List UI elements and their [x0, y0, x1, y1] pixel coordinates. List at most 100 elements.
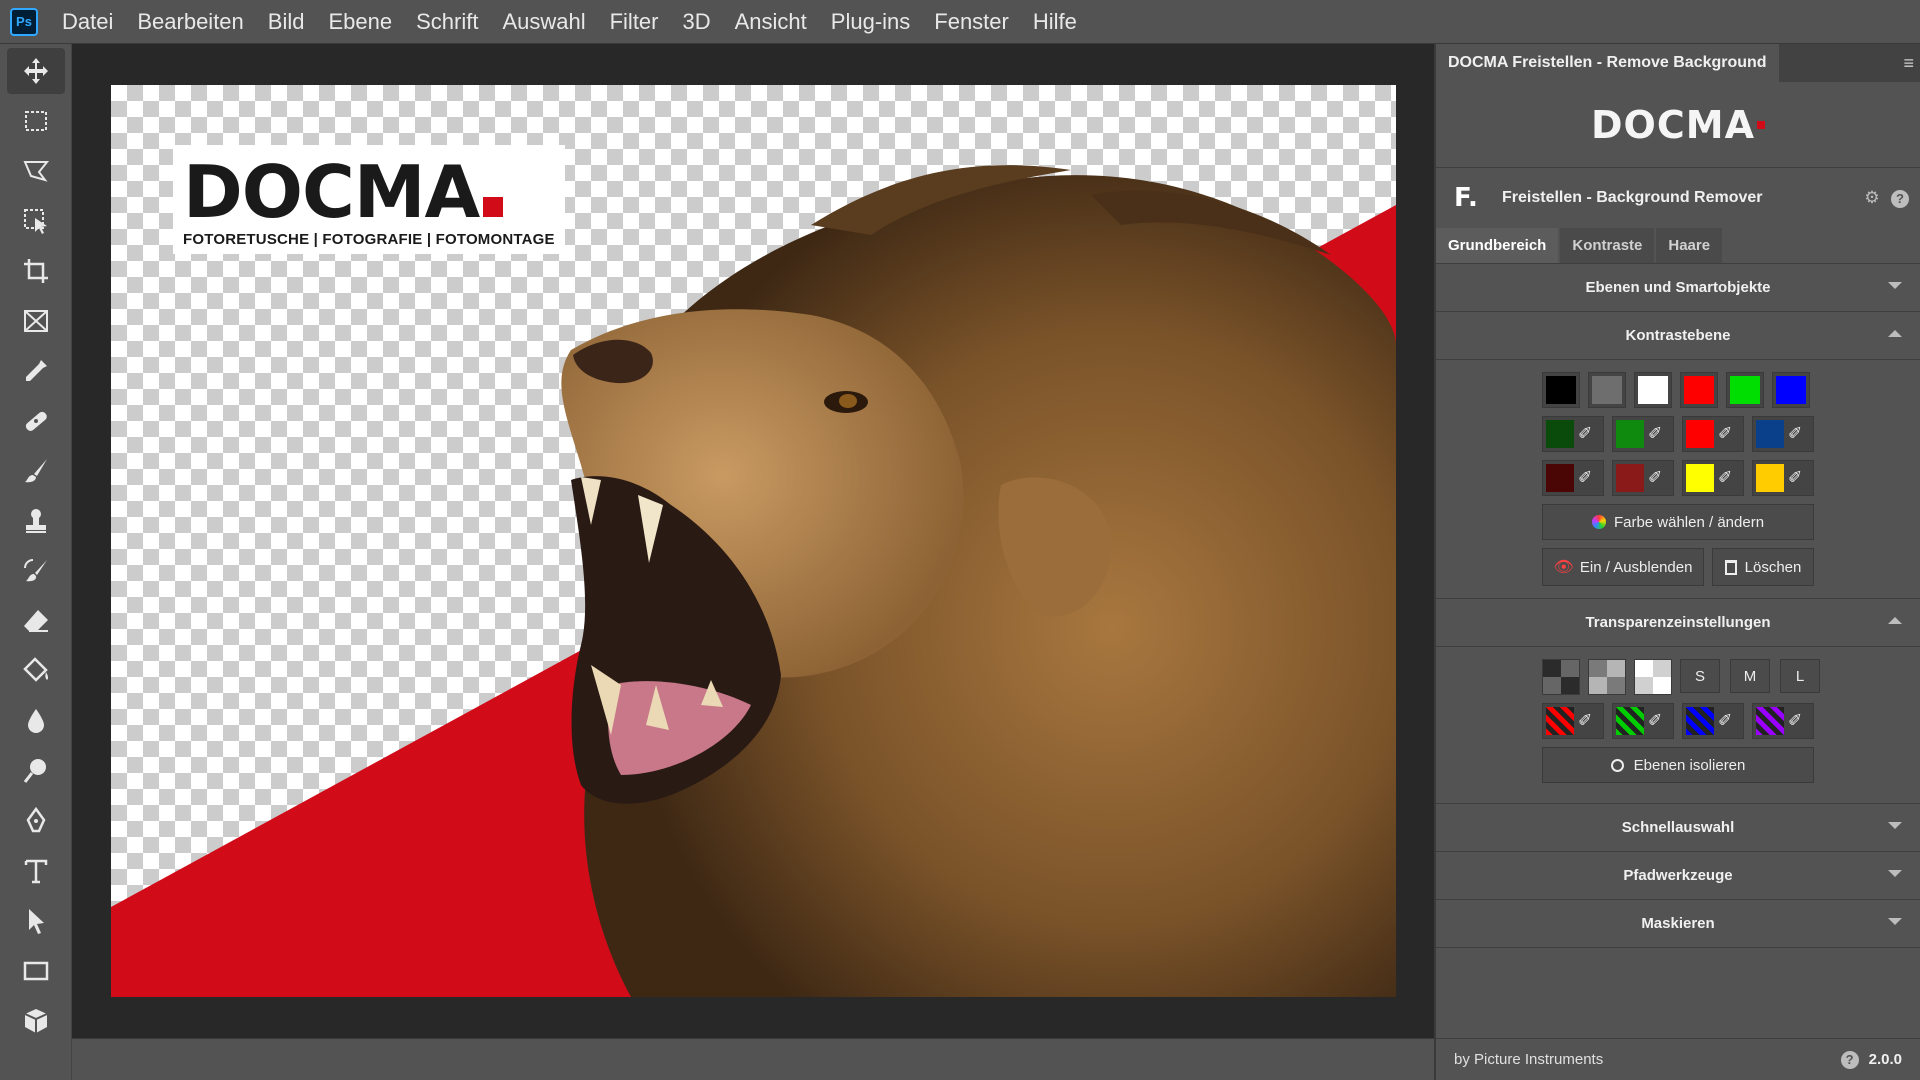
paint-bucket-tool[interactable]: [7, 648, 65, 694]
menu-filter[interactable]: Filter: [598, 0, 671, 44]
menu-plug-ins[interactable]: Plug-ins: [819, 0, 922, 44]
contrast-color-picker[interactable]: ✐: [1752, 460, 1814, 496]
menu-hilfe[interactable]: Hilfe: [1021, 0, 1089, 44]
panel-menu-icon[interactable]: ≡: [1903, 53, 1920, 74]
menu-fenster[interactable]: Fenster: [922, 0, 1021, 44]
contrast-color-picker[interactable]: ✐: [1542, 416, 1604, 452]
tab-kontraste[interactable]: Kontraste: [1560, 228, 1655, 263]
dark-checker-swatch[interactable]: [1542, 659, 1580, 695]
tab-haare[interactable]: Haare: [1656, 228, 1723, 263]
gear-icon[interactable]: ⚙: [1862, 188, 1882, 208]
move-tool[interactable]: [7, 48, 65, 94]
help-icon[interactable]: ?: [1840, 1050, 1859, 1069]
lasso-tool[interactable]: [7, 148, 65, 194]
contrast-color-row: [1542, 372, 1920, 408]
path-selection-tool[interactable]: [7, 898, 65, 944]
3d-tool[interactable]: [7, 998, 65, 1044]
3d-icon: [24, 1009, 48, 1033]
eyedropper-icon: ✐: [1648, 468, 1663, 487]
ebenen-isolieren-button[interactable]: Ebenen isolieren: [1542, 747, 1814, 783]
menu-ansicht[interactable]: Ansicht: [723, 0, 819, 44]
stamp-icon: [26, 509, 46, 533]
brush-icon: [25, 459, 47, 483]
section-ebenen-header[interactable]: Ebenen und Smartobjekte: [1436, 264, 1920, 312]
color-chip: [1638, 376, 1668, 404]
brand-wordmark: DOCMA: [1591, 102, 1755, 147]
eyedropper-icon: ✐: [1788, 424, 1803, 443]
history-brush-tool[interactable]: [7, 548, 65, 594]
transparency-color-picker[interactable]: ✐: [1612, 703, 1674, 739]
medium-checker-swatch[interactable]: [1588, 659, 1626, 695]
farbe-waehlen-label: Farbe wählen / ändern: [1613, 513, 1765, 531]
farbe-waehlen-button[interactable]: Farbe wählen / ändern: [1542, 504, 1814, 540]
menu-datei[interactable]: Datei: [50, 0, 125, 44]
menu-bild[interactable]: Bild: [256, 0, 317, 44]
document-canvas[interactable]: DOCMA FOTORETUSCHE | FOTOGRAFIE | FOTOMO…: [111, 85, 1396, 997]
panel-tab-docma[interactable]: DOCMA Freistellen - Remove Background: [1436, 44, 1779, 82]
contrast-picker-row: ✐ ✐ ✐ ✐: [1542, 460, 1920, 496]
contrast-color-swatch[interactable]: [1634, 372, 1672, 408]
pen-tool[interactable]: [7, 798, 65, 844]
type-tool[interactable]: [7, 848, 65, 894]
light-checker-swatch[interactable]: [1634, 659, 1672, 695]
size-m-button[interactable]: M: [1730, 659, 1770, 693]
contrast-color-swatch[interactable]: [1772, 372, 1810, 408]
transparency-color-picker[interactable]: ✐: [1752, 703, 1814, 739]
blur-icon: [28, 709, 44, 733]
contrast-color-picker[interactable]: ✐: [1682, 460, 1744, 496]
healing-tool[interactable]: [7, 398, 65, 444]
section-transparenz-body: S M L ✐ ✐ ✐ ✐ Ebenen isolieren: [1436, 647, 1920, 804]
menu-3d[interactable]: 3D: [671, 0, 723, 44]
section-schnellauswahl-header[interactable]: Schnellauswahl: [1436, 804, 1920, 852]
frame-tool[interactable]: [7, 298, 65, 344]
contrast-color-picker[interactable]: ✐: [1542, 460, 1604, 496]
transparency-color-picker[interactable]: ✐: [1542, 703, 1604, 739]
plugin-title: Freistellen - Background Remover: [1502, 189, 1763, 206]
history-brush-icon: [24, 559, 47, 582]
eyedropper-icon: [26, 360, 47, 381]
size-s-button[interactable]: S: [1680, 659, 1720, 693]
eyedropper-tool[interactable]: [7, 348, 65, 394]
chevron-down-icon: [1888, 870, 1902, 877]
menu-auswahl[interactable]: Auswahl: [490, 0, 597, 44]
menu-ebene[interactable]: Ebene: [316, 0, 404, 44]
ebenen-isolieren-label: Ebenen isolieren: [1633, 756, 1746, 774]
brush-tool[interactable]: [7, 448, 65, 494]
contrast-color-picker[interactable]: ✐: [1612, 460, 1674, 496]
rectangle-tool[interactable]: [7, 948, 65, 994]
ein-ausblenden-button[interactable]: 👁 Ein / Ausblenden: [1542, 548, 1704, 586]
size-l-button[interactable]: L: [1780, 659, 1820, 693]
contrast-color-swatch[interactable]: [1726, 372, 1764, 408]
tab-grundbereich[interactable]: Grundbereich: [1436, 228, 1559, 263]
contrast-color-picker[interactable]: ✐: [1612, 416, 1674, 452]
menu-bar: Ps Datei Bearbeiten Bild Ebene Schrift Auswah…: [0, 0, 1920, 44]
section-pfadwerkzeuge-header[interactable]: Pfadwerkzeuge: [1436, 852, 1920, 900]
contrast-picker-row: ✐ ✐ ✐ ✐: [1542, 416, 1920, 452]
eraser-tool[interactable]: [7, 598, 65, 644]
contrast-color-picker[interactable]: ✐: [1682, 416, 1744, 452]
transparency-color-picker[interactable]: ✐: [1682, 703, 1744, 739]
section-transparenz-header[interactable]: Transparenzeinstellungen: [1436, 599, 1920, 647]
contrast-color-picker[interactable]: ✐: [1752, 416, 1814, 452]
plugin-initial: F.: [1454, 183, 1478, 213]
blur-tool[interactable]: [7, 698, 65, 744]
document-workspace: DOCMA FOTORETUSCHE | FOTOGRAFIE | FOTOMO…: [72, 44, 1434, 1038]
object-selection-tool[interactable]: [7, 198, 65, 244]
section-pfadwerkzeuge-title: Pfadwerkzeuge: [1623, 867, 1733, 884]
color-chip: [1592, 376, 1622, 404]
section-kontrast-title: Kontrastebene: [1625, 327, 1731, 344]
menu-bearbeiten[interactable]: Bearbeiten: [125, 0, 255, 44]
crop-tool[interactable]: [7, 248, 65, 294]
contrast-color-swatch[interactable]: [1680, 372, 1718, 408]
help-icon[interactable]: ?: [1890, 188, 1910, 208]
stamp-tool[interactable]: [7, 498, 65, 544]
eyedropper-icon: ✐: [1578, 711, 1593, 730]
section-kontrast-header[interactable]: Kontrastebene: [1436, 312, 1920, 360]
section-maskieren-header[interactable]: Maskieren: [1436, 900, 1920, 948]
contrast-color-swatch[interactable]: [1542, 372, 1580, 408]
contrast-color-swatch[interactable]: [1588, 372, 1626, 408]
dodge-tool[interactable]: [7, 748, 65, 794]
menu-schrift[interactable]: Schrift: [404, 0, 490, 44]
loeschen-button[interactable]: Löschen: [1712, 548, 1814, 586]
marquee-tool[interactable]: [7, 98, 65, 144]
